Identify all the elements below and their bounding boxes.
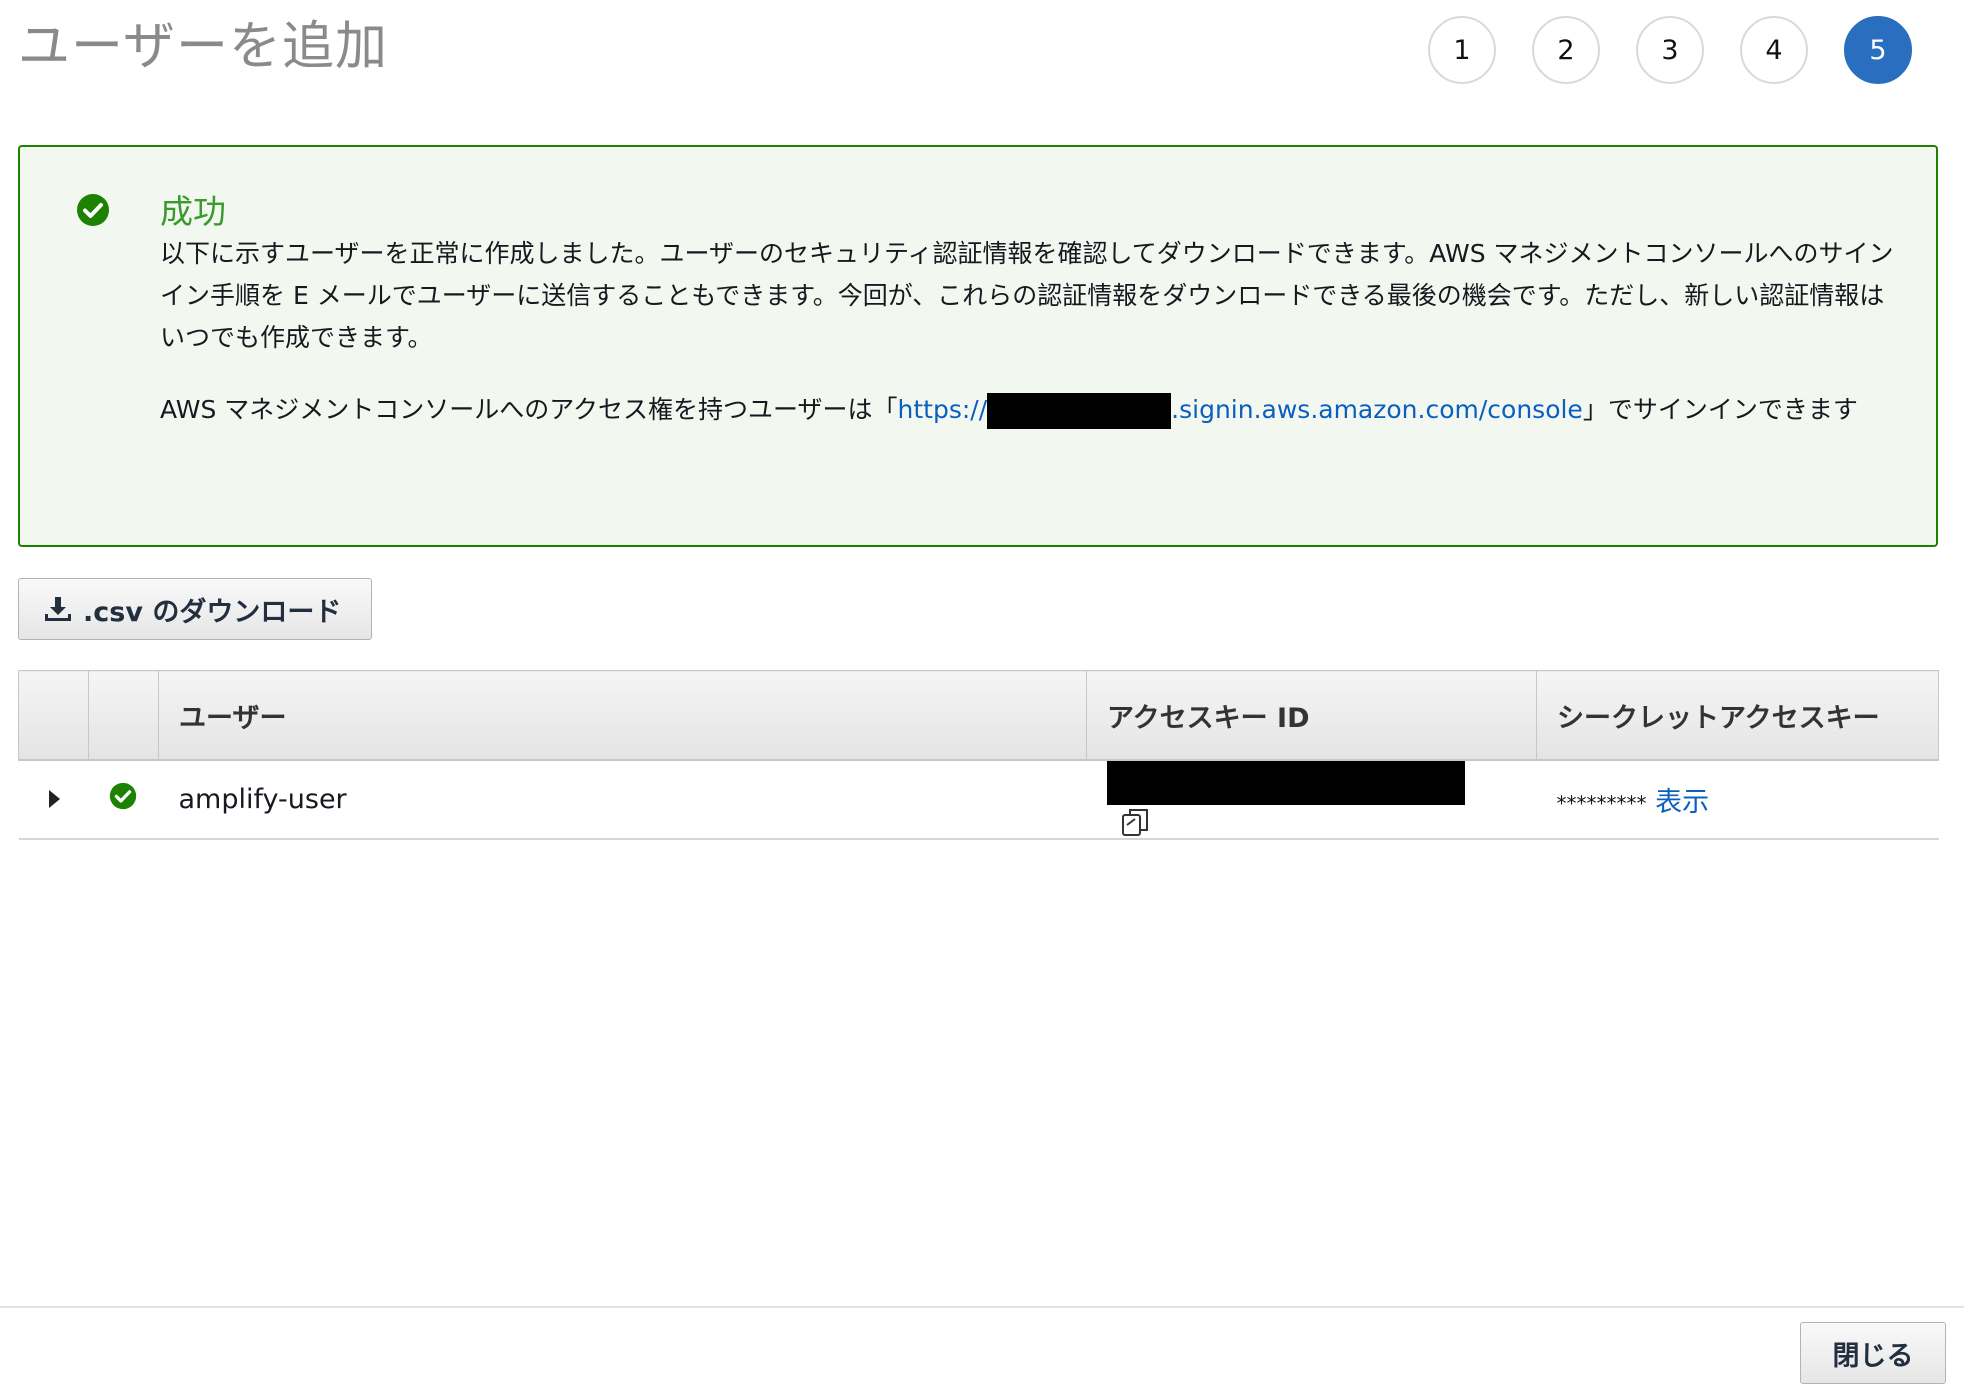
signin-prefix: AWS マネジメントコンソールへのアクセス権を持つユーザーは「: [160, 395, 898, 424]
step-3[interactable]: 3: [1636, 16, 1704, 84]
close-button[interactable]: 閉じる: [1800, 1322, 1946, 1384]
column-header-user[interactable]: ユーザー: [158, 670, 1087, 761]
signin-suffix: 」でサインインできます: [1582, 395, 1858, 424]
page-title: ユーザーを追加: [18, 17, 388, 77]
download-icon: [45, 597, 71, 621]
step-4[interactable]: 4: [1740, 16, 1808, 84]
check-circle-icon: [109, 782, 136, 809]
redacted-account-id: [987, 393, 1172, 429]
console-signin-link[interactable]: https:// .signin.aws.amazon.com/console: [897, 393, 1583, 429]
redacted-access-key-id: [1106, 761, 1465, 805]
signin-url-start: https://: [897, 395, 988, 424]
copy-icon[interactable]: [1119, 806, 1151, 838]
step-1[interactable]: 1: [1428, 16, 1496, 84]
secret-key-masked: *********: [1556, 791, 1647, 816]
column-header-expand: [18, 670, 89, 761]
column-header-secret-access-key[interactable]: シークレットアクセスキー: [1536, 670, 1939, 761]
expand-row-caret-icon[interactable]: [48, 789, 60, 808]
success-alert: 成功 以下に示すユーザーを正常に作成しました。ユーザーのセキュリティ認証情報を確…: [18, 145, 1938, 547]
check-circle-icon: [77, 194, 109, 226]
alert-message: 以下に示すユーザーを正常に作成しました。ユーザーのセキュリティ認証情報を確認して…: [160, 239, 1894, 352]
column-header-access-key-id[interactable]: アクセスキー ID: [1086, 670, 1537, 761]
show-secret-link[interactable]: 表示: [1655, 787, 1709, 818]
table-row: amplify-user ********* 表示: [18, 760, 1939, 840]
users-table: ユーザー アクセスキー ID シークレットアクセスキー amplify-user: [18, 670, 1939, 840]
download-csv-button[interactable]: .csv のダウンロード: [18, 578, 372, 640]
download-csv-label: .csv のダウンロード: [83, 596, 342, 628]
signin-info: AWS マネジメントコンソールへのアクセス権を持つユーザーは「https://.…: [160, 389, 1900, 431]
signin-url-end: .signin.aws.amazon.com/console: [1171, 395, 1583, 424]
wizard-steps: 1 2 3 4 5: [1428, 16, 1912, 84]
step-2[interactable]: 2: [1532, 16, 1600, 84]
alert-title: 成功: [160, 192, 226, 231]
column-header-status: [88, 670, 159, 761]
step-5[interactable]: 5: [1844, 16, 1912, 84]
user-name-cell: amplify-user: [158, 760, 1087, 840]
footer-divider: [0, 1306, 1964, 1308]
